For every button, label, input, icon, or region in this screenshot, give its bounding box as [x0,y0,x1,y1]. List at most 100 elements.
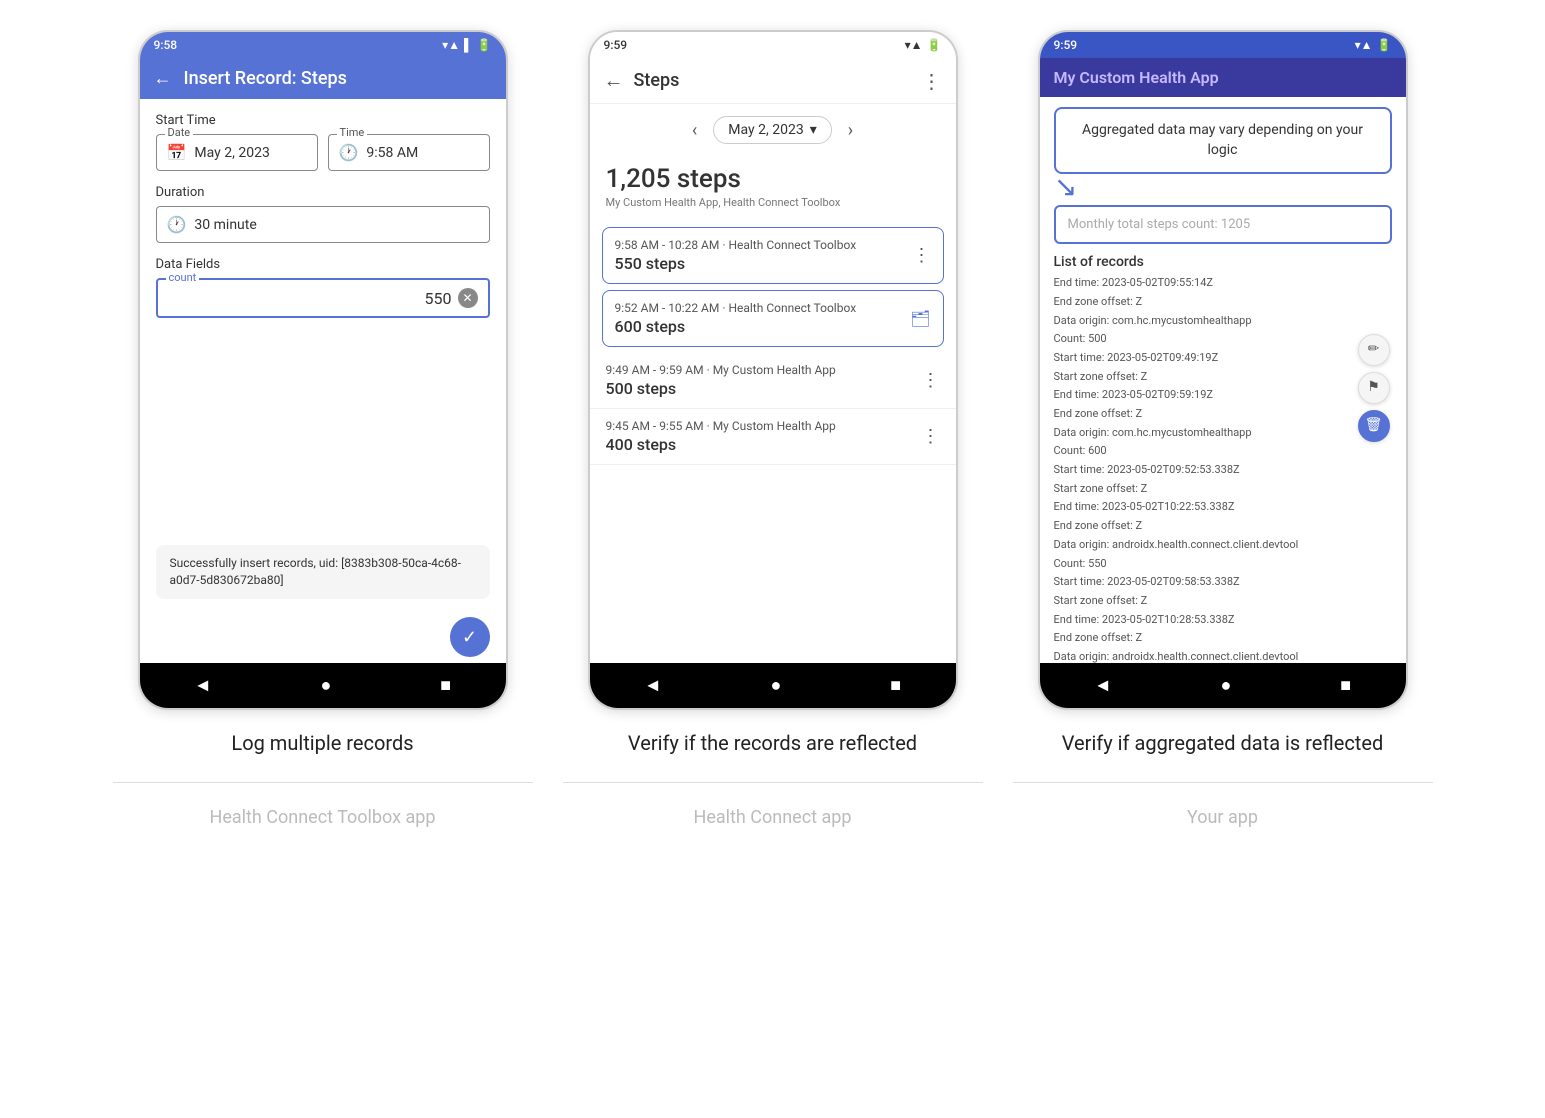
edit-delete-buttons: ✏ ⚑ 🗑 [1358,334,1390,442]
signal-icon: ▌ [464,38,473,52]
phone1-content: Start Time Date 📅 May 2, 2023 Time 🕐 9:5… [140,99,506,663]
phone2-date-chip[interactable]: May 2, 2023 ▾ [713,116,831,144]
phone3-app-header: My Custom Health App [1040,58,1406,97]
success-message: Successfully insert records, uid: [8383b… [170,556,461,587]
phone1-status-icons: ▾▲ ▌ 🔋 [442,38,491,52]
record-item-1[interactable]: 9:58 AM - 10:28 AM · Health Connect Tool… [602,227,944,284]
phone2-status-icons: ▾▲ 🔋 [905,38,942,52]
phone2-frame: 9:59 ▾▲ 🔋 ← Steps ⋮ ‹ May 2, 2023 ▾ [588,30,958,710]
phone1-caption: Log multiple records [231,730,413,756]
phone2-date-nav: ‹ May 2, 2023 ▾ › [590,104,956,156]
edit-button[interactable]: ✏ [1358,334,1390,366]
clear-button[interactable]: ✕ [458,288,478,308]
phone2-next-date[interactable]: › [848,120,853,141]
date-field[interactable]: Date 📅 May 2, 2023 [156,134,318,171]
record-detail-line-19: End time: 2023-05-02T10:28:53.338Z [1054,611,1392,630]
phone2-back-nav[interactable]: ◄ [644,675,662,696]
record2-time: 9:52 AM - 10:22 AM · Health Connect Tool… [615,301,857,315]
phone3-caption-sub: Your app [1187,807,1258,828]
phone3-app-title: My Custom Health App [1054,68,1392,87]
record-detail-line-15: Data origin: androidx.health.connect.cli… [1054,536,1392,555]
insert-button[interactable]: ✓ [450,617,490,657]
phone3-arrow-connector: ↙ [1040,170,1406,203]
phone3-recents-nav[interactable]: ■ [1340,675,1351,696]
record-detail-line-11: Start time: 2023-05-02T09:52:53.338Z [1054,461,1392,480]
record3-time: 9:49 AM - 9:59 AM · My Custom Health App [606,363,836,377]
phone3-status-icons: ▾▲ 🔋 [1355,38,1392,52]
time-field[interactable]: Time 🕐 9:58 AM [328,134,490,171]
phone1-app-bar-title: Insert Record: Steps [184,68,492,89]
count-field[interactable]: count 550 ✕ [156,278,490,318]
record-detail-line-7: End time: 2023-05-02T09:59:19Z [1054,386,1392,405]
phone3-bottom-nav: ◄ ● ■ [1040,663,1406,708]
phone3-time: 9:59 [1054,38,1078,52]
record3-steps: 500 steps [606,379,836,398]
duration-value: 30 minute [194,217,256,233]
phone1-back-button[interactable]: ← [154,68,172,89]
phone2-wifi-icon: ▾▲ [905,38,923,52]
record2-icon: 🗂 [910,309,930,328]
record-detail-line-5: Start time: 2023-05-02T09:49:19Z [1054,349,1392,368]
record-detail-line-4: Count: 500 [1054,330,1392,349]
phone2-menu-icon[interactable]: ⋮ [922,69,942,93]
phone3-caption: Verify if aggregated data is reflected [1062,730,1383,756]
phone2-caption: Verify if the records are reflected [628,730,917,756]
record-detail-line-13: End time: 2023-05-02T10:22:53.338Z [1054,498,1392,517]
phone1-app-bar: ← Insert Record: Steps [140,58,506,99]
record-item-4[interactable]: 9:45 AM - 9:55 AM · My Custom Health App… [590,409,956,465]
record-detail-line-6: Start zone offset: Z [1054,368,1392,387]
phone2-home-nav[interactable]: ● [771,675,782,696]
phone2-total-steps: 1,205 steps [606,164,940,194]
phone2-steps-header: ← Steps ⋮ [590,58,956,104]
record-detail-line-1: End time: 2023-05-02T09:55:14Z [1054,274,1392,293]
phone1-frame: 9:58 ▾▲ ▌ 🔋 ← Insert Record: Steps Start… [138,30,508,710]
start-time-row: Date 📅 May 2, 2023 Time 🕐 9:58 AM [156,134,490,171]
record-detail-line-17: Start time: 2023-05-02T09:58:53.338Z [1054,573,1392,592]
date-label: Date [165,126,194,139]
phone3-divider [1013,782,1433,783]
phone2-back-button[interactable]: ← [604,68,624,93]
record4-steps: 400 steps [606,435,836,454]
phone2-date-text: May 2, 2023 [728,122,803,138]
record-detail-line-3: Data origin: com.hc.mycustomhealthapp [1054,312,1392,331]
count-label: count [166,271,200,284]
recents-nav-button[interactable]: ■ [440,675,451,696]
record1-menu[interactable]: ⋮ [913,245,931,266]
time-value: 9:58 AM [366,145,418,161]
duration-field[interactable]: 🕐 30 minute [156,206,490,243]
phone2-steps-source: My Custom Health App, Health Connect Too… [606,196,940,209]
phone2-battery-icon: 🔋 [927,38,942,52]
record-detail-line-16: Count: 550 [1054,555,1392,574]
success-toast: Successfully insert records, uid: [8383b… [156,545,490,599]
record4-time: 9:45 AM - 9:55 AM · My Custom Health App [606,419,836,433]
phone3-back-nav[interactable]: ◄ [1094,675,1112,696]
duration-clock-icon: 🕐 [167,215,187,234]
phone1-bottom-nav: ◄ ● ■ [140,663,506,708]
phone3-home-nav[interactable]: ● [1221,675,1232,696]
record-detail-line-10: Count: 600 [1054,442,1392,461]
phone3-list-title: List of records [1040,246,1406,274]
record-item-3[interactable]: 9:49 AM - 9:59 AM · My Custom Health App… [590,353,956,409]
delete-button[interactable]: 🗑 [1358,410,1390,442]
record-detail-line-9: Data origin: com.hc.mycustomhealthapp [1054,424,1392,443]
phone1-divider [113,782,533,783]
phone3-tooltip: Aggregated data may vary depending on yo… [1054,107,1392,174]
phone3-tooltip-text: Aggregated data may vary depending on yo… [1082,122,1363,158]
record-detail-line-2: End zone offset: Z [1054,293,1392,312]
back-nav-button[interactable]: ◄ [194,675,212,696]
wifi-icon: ▾▲ [442,38,460,52]
record-item-2[interactable]: 9:52 AM - 10:22 AM · Health Connect Tool… [602,290,944,347]
time-label: Time [337,126,368,139]
home-nav-button[interactable]: ● [321,675,332,696]
record4-menu[interactable]: ⋮ [922,426,940,447]
record-detail-line-21: Data origin: androidx.health.connect.cli… [1054,648,1392,663]
record1-time: 9:58 AM - 10:28 AM · Health Connect Tool… [615,238,857,252]
phone2-prev-date[interactable]: ‹ [692,120,697,141]
start-time-label: Start Time [156,113,490,128]
phone3-content: Aggregated data may vary depending on yo… [1040,97,1406,663]
phone2-recents-nav[interactable]: ■ [890,675,901,696]
record3-menu[interactable]: ⋮ [922,370,940,391]
date-value: May 2, 2023 [194,145,269,161]
flag-button[interactable]: ⚑ [1358,372,1390,404]
duration-label: Duration [156,185,490,200]
